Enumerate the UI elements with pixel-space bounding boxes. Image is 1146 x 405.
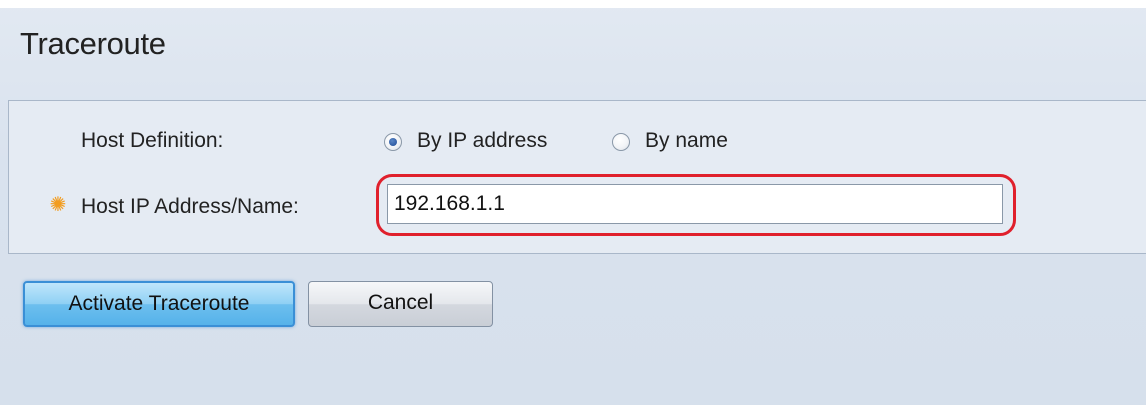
by-ip-address-label[interactable]: By IP address [417,129,547,153]
required-asterisk-icon: ✺ [49,194,67,216]
by-name-label[interactable]: By name [645,129,728,153]
host-definition-label: Host Definition: [81,129,224,152]
host-ip-address-input[interactable] [387,184,1003,224]
cancel-button[interactable]: Cancel [308,281,493,327]
activate-traceroute-button[interactable]: Activate Traceroute [23,281,295,327]
traceroute-form-panel: Host Definition: By IP address By name ✺… [8,100,1146,254]
by-name-radio[interactable] [612,133,630,151]
top-strip [0,0,1146,8]
traceroute-page: Traceroute Host Definition: By IP addres… [0,0,1146,405]
host-ip-highlight [376,174,1016,236]
by-ip-address-radio[interactable] [384,133,402,151]
host-ip-address-label: Host IP Address/Name: [81,195,299,218]
page-title: Traceroute [20,26,166,61]
